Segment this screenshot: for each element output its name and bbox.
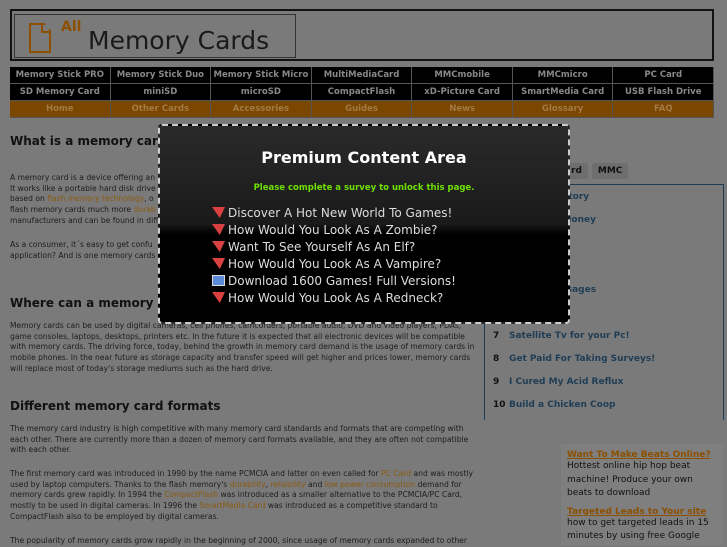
item-label: Build a Chicken Coop <box>509 400 616 410</box>
survey-offer[interactable]: Download 1600 Games! Full Versions! <box>212 272 456 289</box>
link-flash-memory[interactable]: flash memory technology <box>47 194 144 203</box>
sponsored-ads: Want To Make Beats Online? Hottest onlin… <box>561 444 723 545</box>
paragraph-industry: The memory card industry is high competi… <box>10 424 469 455</box>
nav-faq[interactable]: FAQ <box>613 101 715 118</box>
survey-offer[interactable]: How Would You Look As A Zombie? <box>212 221 456 238</box>
item-number: 10 <box>493 400 506 410</box>
link-compactflash[interactable]: CompactFlash <box>164 490 218 499</box>
offer-label: How Would You Look As A Redneck? <box>228 290 444 305</box>
text: As a consumer, it´s easy to get confu <box>10 240 153 249</box>
link-low-power[interactable]: low power consumption <box>325 480 415 489</box>
nav-accessories[interactable]: Accessories <box>211 101 312 118</box>
memory-card-icon <box>29 23 51 53</box>
gem-offer-icon <box>212 224 225 235</box>
sidebar-tabs: rd MMC <box>565 163 629 179</box>
text: The first memory card was introduced in … <box>10 469 382 478</box>
paragraph-usage: Memory cards can be used by digital came… <box>10 321 475 373</box>
text: A memory card is a device offering an <box>10 173 156 182</box>
nav-row-cards-1: Memory Stick PRO Memory Stick Duo Memory… <box>10 67 715 84</box>
gem-offer-icon <box>212 207 225 218</box>
link-durability[interactable]: durability <box>230 480 266 489</box>
nav-row-cards-2: SD Memory Card miniSD microSD CompactFla… <box>10 84 715 101</box>
nav-item[interactable]: Memory Stick Micro <box>211 67 312 84</box>
gem-offer-icon <box>212 258 225 269</box>
nav-item[interactable]: SD Memory Card <box>10 84 111 101</box>
survey-offer[interactable]: How Would You Look As A Redneck? <box>212 289 456 306</box>
text: application? And is one memory cards <box>10 250 156 260</box>
ad-link[interactable]: Want To Make Beats Online? <box>567 450 717 460</box>
survey-offer[interactable]: Discover A Hot New World To Games! <box>212 204 456 221</box>
paragraph-popularity: The popularity of memory cards grow rapi… <box>10 536 467 545</box>
link-durability[interactable]: durab <box>133 205 155 214</box>
survey-offer[interactable]: Want To See Yourself As An Elf? <box>212 238 456 255</box>
nav-news[interactable]: News <box>412 101 513 118</box>
nav-item[interactable]: Memory Stick Duo <box>110 67 212 84</box>
nav-item[interactable]: MMCmicro <box>512 67 614 84</box>
nav-item[interactable]: SmartMedia Card <box>512 84 614 101</box>
popup-title: Premium Content Area <box>261 148 467 167</box>
survey-offer[interactable]: How Would You Look As A Vampire? <box>212 255 456 272</box>
ad-description: how to get targeted leads in 15 minutes … <box>567 517 709 542</box>
nav-item[interactable]: microSD <box>211 84 312 101</box>
survey-offer-list: Discover A Hot New World To Games! How W… <box>212 204 456 306</box>
nav-guides[interactable]: Guides <box>311 101 413 118</box>
item-label: Get Paid For Taking Surveys! <box>509 354 656 364</box>
popup-subtitle: Please complete a survey to unlock this … <box>253 183 475 193</box>
link-pc-card[interactable]: PC Card <box>381 469 411 478</box>
link-smartmedia[interactable]: SmartMedia Card <box>200 501 266 510</box>
text: flash memory cards much more <box>10 205 134 215</box>
item-number: 7 <box>493 331 500 341</box>
tab-mmc[interactable]: MMC <box>591 163 629 179</box>
offer-label: Want To See Yourself As An Elf? <box>228 239 416 254</box>
text: manufacturers and can be found in diff <box>10 215 159 225</box>
text: based on <box>10 194 48 204</box>
nav-item[interactable]: xD-Picture Card <box>412 84 513 101</box>
notepad-offer-icon <box>212 275 225 286</box>
list-item[interactable]: 7 Satellite Tv for your Pc! <box>493 331 630 341</box>
item-label: Satellite Tv for your Pc! <box>509 331 630 341</box>
nav-item[interactable]: miniSD <box>110 84 212 101</box>
nav-glossary[interactable]: Glossary <box>512 101 614 118</box>
nav-item[interactable]: Memory Stick PRO <box>10 67 111 84</box>
logo-prefix: All <box>61 19 82 35</box>
offer-label: Download 1600 Games! Full Versions! <box>228 273 456 288</box>
logo-title: Memory Cards <box>88 26 270 55</box>
item-label: I Cured My Acid Reflux <box>509 377 624 387</box>
nav-item[interactable]: PC Card <box>613 67 715 84</box>
gem-offer-icon <box>212 241 225 252</box>
survey-lock-popup: Premium Content Area Please complete a s… <box>158 124 570 324</box>
offer-label: How Would You Look As A Vampire? <box>228 256 442 271</box>
nav-home[interactable]: Home <box>10 101 111 118</box>
link-reliability[interactable]: reliability <box>271 480 306 489</box>
nav-other-cards[interactable]: Other Cards <box>110 101 212 118</box>
list-item[interactable]: 10 Build a Chicken Coop <box>493 400 615 410</box>
gem-offer-icon <box>212 292 225 303</box>
nav-item[interactable]: MultiMediaCard <box>311 67 413 84</box>
text: It works like a portable hard disk drive <box>10 183 156 193</box>
list-item[interactable]: 9 I Cured My Acid Reflux <box>493 377 623 387</box>
text: and <box>305 479 325 489</box>
offer-label: How Would You Look As A Zombie? <box>228 222 438 237</box>
offer-label: Discover A Hot New World To Games! <box>228 205 453 220</box>
ad-link[interactable]: Targeted Leads to Your site <box>567 507 717 517</box>
item-number: 8 <box>493 354 500 364</box>
site-logo[interactable]: All Memory Cards <box>14 14 296 58</box>
list-item[interactable]: 8 Get Paid For Taking Surveys! <box>493 354 655 364</box>
heading-formats: Different memory card formats <box>10 399 221 413</box>
site-header: All Memory Cards <box>10 9 714 61</box>
ad-description: Hottest online hip hop beat machine! Pro… <box>567 461 693 498</box>
item-number: 9 <box>493 377 500 387</box>
main-navigation: Memory Stick PRO Memory Stick Duo Memory… <box>10 67 715 118</box>
nav-item[interactable]: CompactFlash <box>311 84 413 101</box>
nav-row-sections: Home Other Cards Accessories Guides News… <box>10 101 715 118</box>
nav-item[interactable]: MMCmobile <box>412 67 513 84</box>
text: , o <box>144 194 154 204</box>
paragraph-history: The first memory card was introduced in … <box>10 469 480 523</box>
nav-item[interactable]: USB Flash Drive <box>613 84 715 101</box>
heading-what-is: What is a memory card? <box>10 134 174 148</box>
